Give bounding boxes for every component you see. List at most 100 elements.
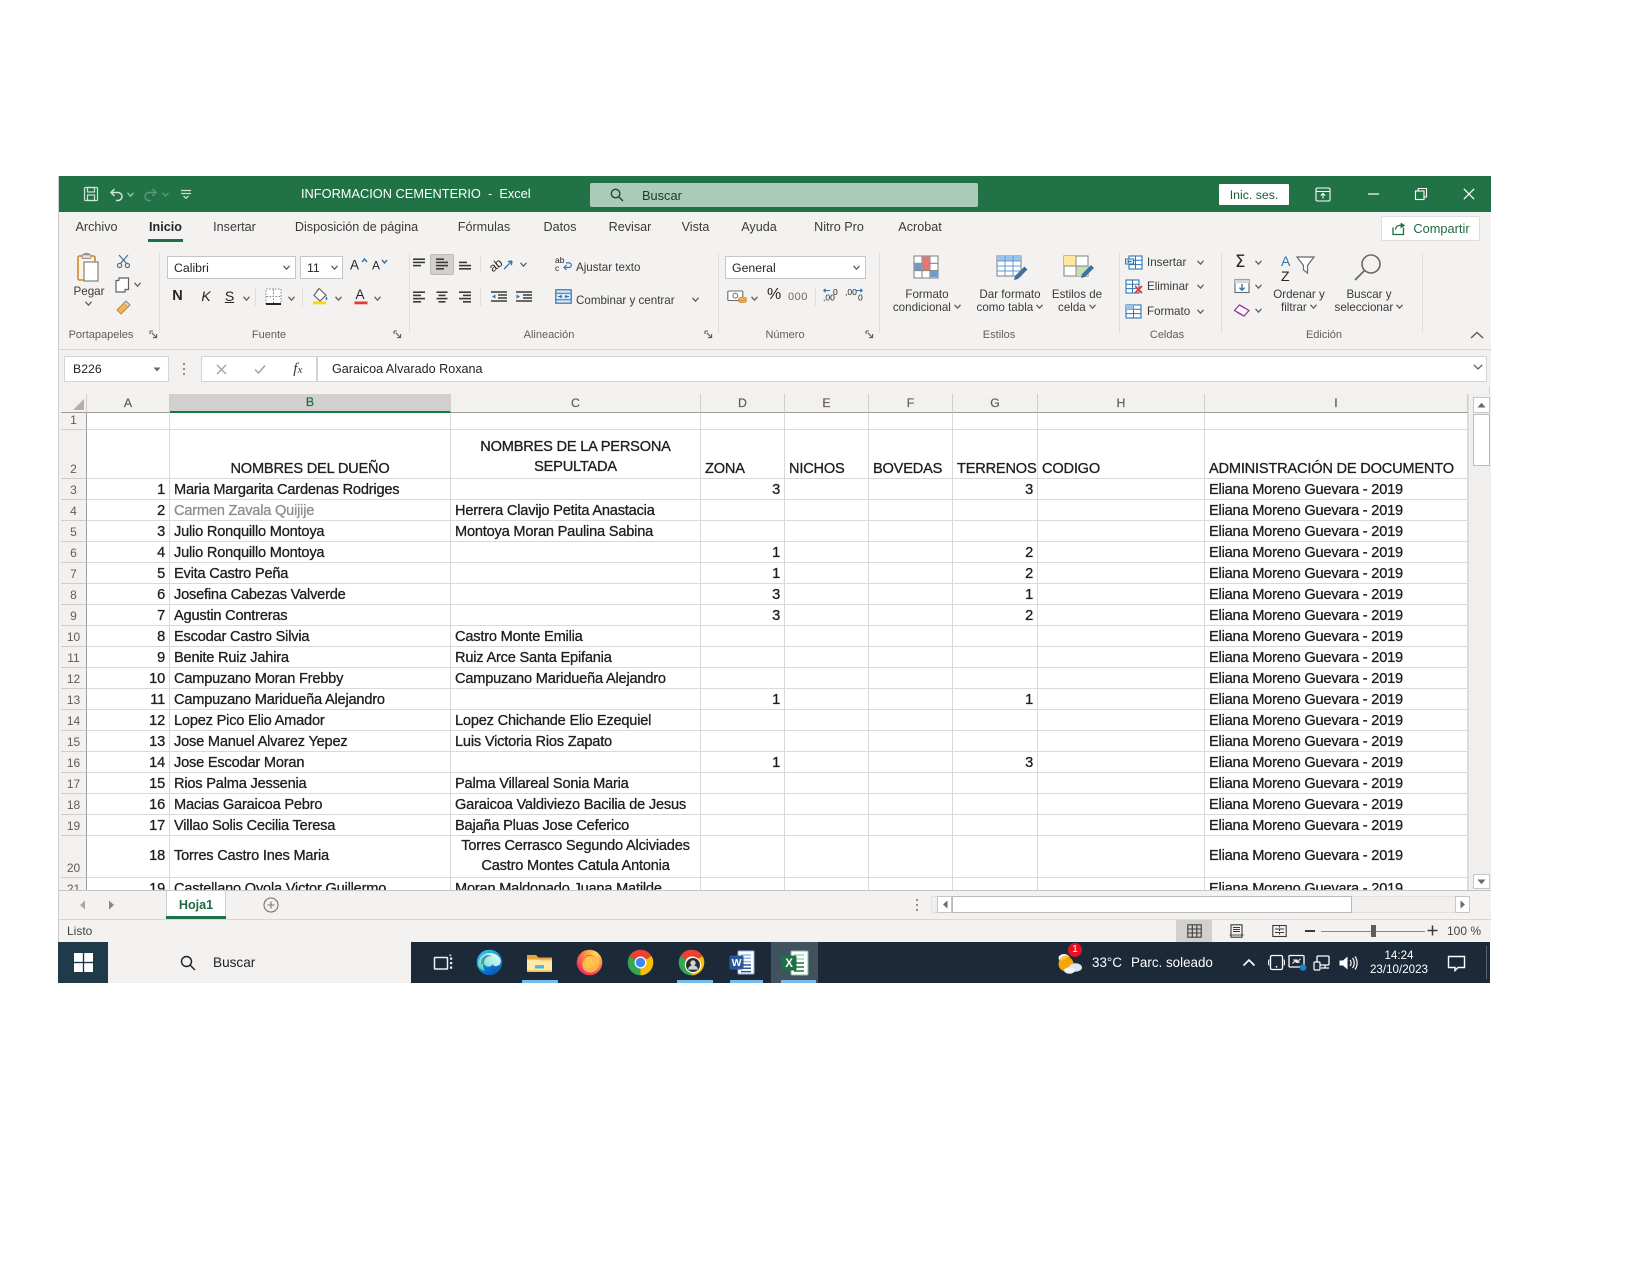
scroll-right-icon[interactable] bbox=[1455, 896, 1470, 913]
tab-nitropro[interactable]: Nitro Pro bbox=[803, 212, 875, 245]
scroll-down-icon[interactable] bbox=[1473, 874, 1490, 889]
borders-icon[interactable] bbox=[265, 288, 282, 305]
weather-temp[interactable]: 33°C bbox=[1092, 955, 1122, 970]
comma-style-icon[interactable]: 000 bbox=[788, 291, 808, 303]
increase-indent-icon[interactable] bbox=[516, 291, 532, 303]
cell[interactable] bbox=[869, 878, 953, 890]
row-header[interactable]: 2 bbox=[61, 430, 87, 479]
scroll-up-icon[interactable] bbox=[1473, 397, 1490, 413]
cell[interactable] bbox=[953, 647, 1038, 668]
align-center-icon[interactable] bbox=[436, 291, 448, 303]
cell[interactable] bbox=[953, 836, 1038, 878]
cell[interactable] bbox=[87, 413, 170, 430]
zoom-slider-thumb[interactable] bbox=[1371, 925, 1376, 937]
cell[interactable]: 3 bbox=[701, 479, 785, 500]
view-page-break-button[interactable] bbox=[1261, 920, 1297, 942]
format-cells-label[interactable]: Formato bbox=[1147, 305, 1190, 318]
percent-style-icon[interactable]: % bbox=[767, 286, 781, 304]
underline-button[interactable]: S bbox=[222, 288, 237, 304]
wrap-text-label[interactable]: Ajustar texto bbox=[576, 261, 640, 274]
cell[interactable]: Julio Ronquillo Montoya bbox=[170, 542, 451, 563]
cell[interactable]: Castro Monte Emilia bbox=[451, 626, 701, 647]
cell[interactable] bbox=[953, 794, 1038, 815]
cell[interactable] bbox=[701, 773, 785, 794]
cell[interactable] bbox=[1038, 521, 1205, 542]
cell[interactable]: 3 bbox=[953, 752, 1038, 773]
cell[interactable] bbox=[785, 605, 869, 626]
tray-screenshare-icon[interactable] bbox=[1288, 954, 1307, 971]
cell[interactable]: 3 bbox=[701, 584, 785, 605]
cell[interactable]: NICHOS bbox=[785, 430, 869, 479]
cell[interactable] bbox=[1038, 878, 1205, 890]
column-header-I[interactable]: I bbox=[1205, 394, 1468, 413]
autosum-dropdown-icon[interactable] bbox=[1255, 260, 1262, 265]
firefox-icon[interactable] bbox=[566, 942, 613, 983]
tray-tablet-icon[interactable] bbox=[1268, 954, 1285, 971]
cell[interactable] bbox=[701, 710, 785, 731]
cell[interactable]: Palma Villareal Sonia Maria bbox=[451, 773, 701, 794]
cell[interactable]: Lopez Chichande Elio Ezequiel bbox=[451, 710, 701, 731]
sheet-next-icon[interactable] bbox=[108, 900, 115, 910]
cell[interactable]: 10 bbox=[87, 668, 170, 689]
font-color-dropdown-icon[interactable] bbox=[374, 296, 381, 301]
autosum-icon[interactable]: Σ bbox=[1235, 252, 1245, 271]
cell[interactable] bbox=[1038, 710, 1205, 731]
cell[interactable]: Escodar Castro Silvia bbox=[170, 626, 451, 647]
cell[interactable]: 17 bbox=[87, 815, 170, 836]
cell[interactable] bbox=[1038, 626, 1205, 647]
new-sheet-icon[interactable] bbox=[263, 897, 279, 913]
cell-styles-icon[interactable] bbox=[1062, 252, 1094, 282]
taskbar-search[interactable]: Buscar bbox=[108, 942, 411, 983]
cell[interactable] bbox=[869, 647, 953, 668]
paste-label[interactable]: Pegar bbox=[67, 285, 111, 298]
column-header-G[interactable]: G bbox=[953, 394, 1038, 413]
cell[interactable]: 3 bbox=[953, 479, 1038, 500]
cell[interactable] bbox=[869, 500, 953, 521]
tray-network-icon[interactable] bbox=[1313, 955, 1333, 971]
column-header-C[interactable]: C bbox=[451, 394, 701, 413]
chrome-profile-icon[interactable] bbox=[668, 942, 715, 983]
column-header-F[interactable]: F bbox=[869, 394, 953, 413]
cell[interactable] bbox=[1038, 836, 1205, 878]
paste-icon[interactable] bbox=[76, 253, 102, 283]
cell[interactable]: Eliana Moreno Guevara - 2019 bbox=[1205, 731, 1468, 752]
word-icon[interactable]: W bbox=[719, 942, 766, 983]
cell[interactable] bbox=[701, 794, 785, 815]
cell[interactable]: 2 bbox=[953, 605, 1038, 626]
edge-icon[interactable] bbox=[466, 942, 513, 983]
cell[interactable]: Herrera Clavijo Petita Anastacia bbox=[451, 500, 701, 521]
tab-vista[interactable]: Vista bbox=[673, 212, 718, 245]
cell[interactable]: 3 bbox=[701, 605, 785, 626]
dialog-launcher-number[interactable] bbox=[865, 330, 874, 339]
merge-dropdown-icon[interactable] bbox=[692, 297, 699, 302]
cell[interactable]: 9 bbox=[87, 647, 170, 668]
font-size-combo[interactable]: 11 bbox=[300, 256, 343, 279]
shrink-font-icon[interactable]: A bbox=[372, 257, 388, 271]
show-desktop-divider[interactable] bbox=[1486, 946, 1487, 979]
cell[interactable] bbox=[451, 413, 701, 430]
row-header[interactable]: 6 bbox=[61, 542, 87, 563]
cell[interactable] bbox=[1038, 605, 1205, 626]
tab-archivo[interactable]: Archivo bbox=[65, 212, 128, 245]
cell[interactable]: 1 bbox=[701, 752, 785, 773]
zoom-out-icon[interactable] bbox=[1305, 930, 1315, 932]
undo-dropdown-icon[interactable] bbox=[127, 192, 134, 197]
cell[interactable] bbox=[701, 731, 785, 752]
cell[interactable]: Eliana Moreno Guevara - 2019 bbox=[1205, 878, 1468, 890]
vertical-scroll-thumb[interactable] bbox=[1473, 414, 1490, 466]
redo-icon[interactable] bbox=[143, 187, 159, 201]
format-cells-icon[interactable] bbox=[1125, 303, 1143, 320]
cell[interactable] bbox=[451, 689, 701, 710]
cell[interactable]: Eliana Moreno Guevara - 2019 bbox=[1205, 815, 1468, 836]
cell[interactable]: 2 bbox=[953, 542, 1038, 563]
row-header[interactable]: 8 bbox=[61, 584, 87, 605]
row-header[interactable]: 18 bbox=[61, 794, 87, 815]
cell[interactable]: Eliana Moreno Guevara - 2019 bbox=[1205, 752, 1468, 773]
accounting-dropdown-icon[interactable] bbox=[751, 296, 758, 301]
minimize-button[interactable] bbox=[1353, 176, 1393, 212]
find-select-label2[interactable]: seleccionar bbox=[1314, 301, 1424, 314]
cell[interactable] bbox=[869, 710, 953, 731]
cell[interactable] bbox=[953, 878, 1038, 890]
cell[interactable] bbox=[869, 626, 953, 647]
row-header[interactable]: 7 bbox=[61, 563, 87, 584]
